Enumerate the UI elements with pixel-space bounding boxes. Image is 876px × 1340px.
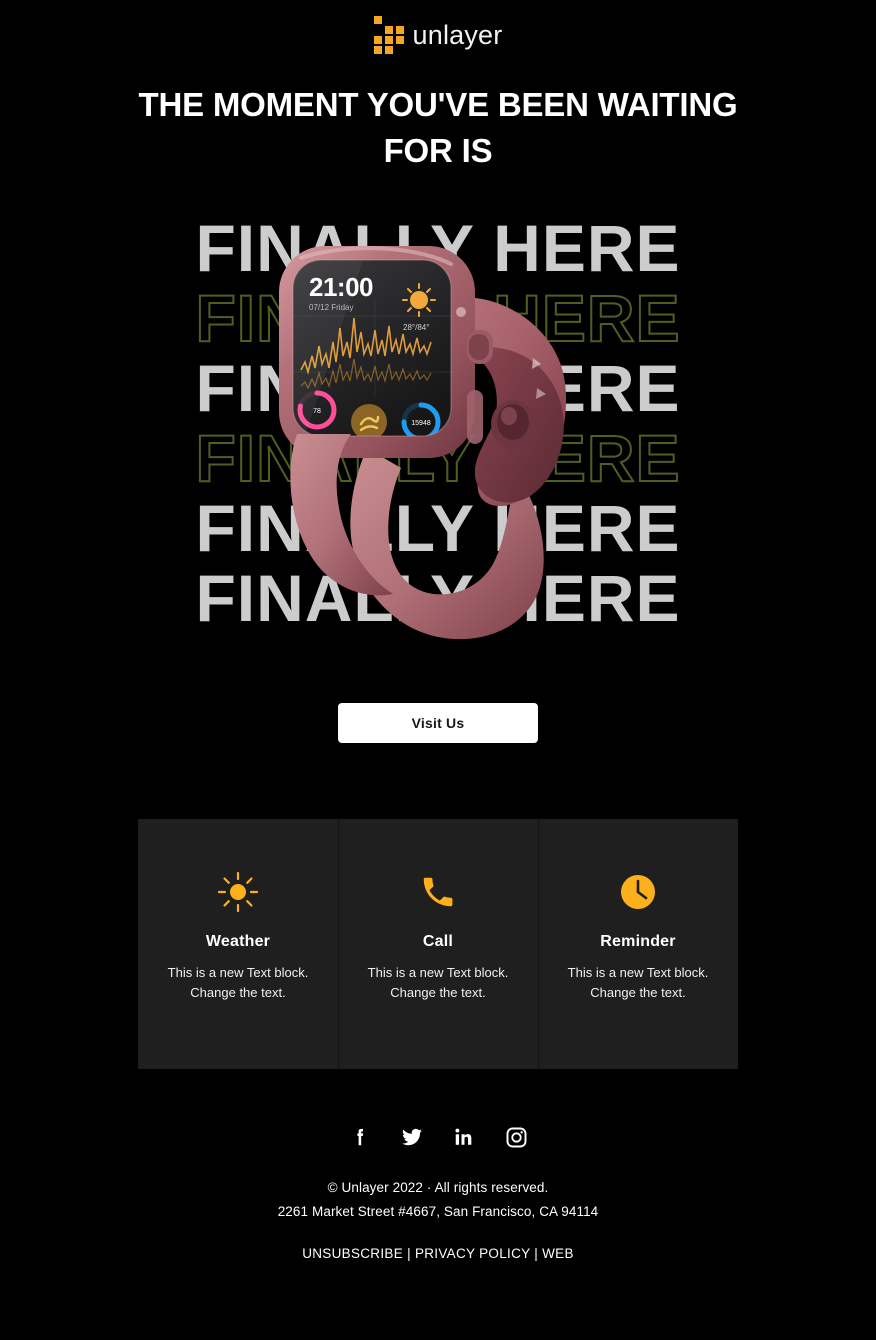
email-footer: © Unlayer 2022 · All rights reserved. 22… bbox=[0, 1124, 876, 1261]
feature-description-line2: Change the text. bbox=[390, 985, 486, 1001]
hero-line: FINALLY HERE bbox=[195, 491, 681, 566]
unsubscribe-link[interactable]: UNSUBSCRIBE bbox=[302, 1246, 403, 1261]
copyright-text: © Unlayer 2022 · All rights reserved. bbox=[327, 1180, 549, 1196]
email-body: unlayer THE MOMENT YOU'VE BEEN WAITING F… bbox=[0, 0, 876, 1340]
visit-us-button[interactable]: Visit Us bbox=[338, 703, 538, 744]
feature-description-line1: This is a new Text block. bbox=[167, 965, 309, 981]
hero-line: FINALLY HERE bbox=[195, 213, 681, 286]
hero-line: FINALLY HERE bbox=[195, 351, 681, 426]
privacy-policy-link[interactable]: PRIVACY POLICY bbox=[415, 1246, 530, 1261]
web-link[interactable]: WEB bbox=[542, 1246, 574, 1261]
feature-description-line1: This is a new Text block. bbox=[367, 965, 509, 981]
feature-description: This is a new Text block. Change the tex… bbox=[352, 963, 524, 1004]
feature-description-line1: This is a new Text block. bbox=[567, 965, 709, 981]
twitter-icon[interactable] bbox=[399, 1124, 425, 1150]
feature-title: Call bbox=[422, 933, 454, 951]
feature-card-reminder: Reminder This is a new Text block. Chang… bbox=[538, 819, 738, 1070]
unlayer-squares-logo-icon bbox=[373, 16, 404, 54]
feature-title: Reminder bbox=[600, 933, 676, 951]
instagram-icon[interactable] bbox=[503, 1124, 529, 1150]
link-separator: | bbox=[407, 1246, 411, 1262]
feature-description: This is a new Text block. Change the tex… bbox=[152, 963, 324, 1004]
features-section: Weather This is a new Text block. Change… bbox=[138, 819, 738, 1070]
page-title: THE MOMENT YOU'VE BEEN WAITING FOR IS bbox=[138, 86, 738, 169]
hero-text-stack: FINALLY HERE FINALLY HERE FINALLY HERE F… bbox=[126, 213, 751, 633]
feature-description-line2: Change the text. bbox=[590, 985, 686, 1001]
feature-title: Weather bbox=[205, 933, 271, 951]
linkedin-icon[interactable] bbox=[451, 1124, 477, 1150]
link-separator: | bbox=[534, 1246, 539, 1262]
cta-section: Visit Us bbox=[0, 703, 876, 744]
brand-logo[interactable]: unlayer bbox=[373, 16, 503, 54]
feature-description: This is a new Text block. Change the tex… bbox=[552, 963, 724, 1004]
footer-links: UNSUBSCRIBE | PRIVACY POLICY | WEB bbox=[0, 1246, 876, 1261]
feature-card-weather: Weather This is a new Text block. Change… bbox=[138, 819, 338, 1069]
feature-card-call: Call This is a new Text block. Change th… bbox=[338, 819, 538, 1070]
social-links bbox=[0, 1124, 876, 1150]
hero-line: FINALLY HERE bbox=[194, 421, 681, 496]
address-text: 2261 Market Street #4667, San Francisco,… bbox=[277, 1204, 599, 1220]
hero-banner: FINALLY HERE FINALLY HERE FINALLY HERE F… bbox=[125, 213, 751, 656]
phone-icon bbox=[352, 869, 524, 915]
facebook-icon[interactable] bbox=[347, 1124, 373, 1150]
email-header: unlayer bbox=[0, 0, 876, 54]
sun-icon bbox=[152, 869, 324, 915]
hero-line: FINALLY HERE bbox=[195, 561, 681, 636]
brand-name: unlayer bbox=[412, 19, 503, 50]
feature-description-line2: Change the text. bbox=[190, 985, 286, 1001]
clock-icon bbox=[552, 869, 724, 915]
hero-line: FINALLY HERE bbox=[194, 281, 681, 356]
